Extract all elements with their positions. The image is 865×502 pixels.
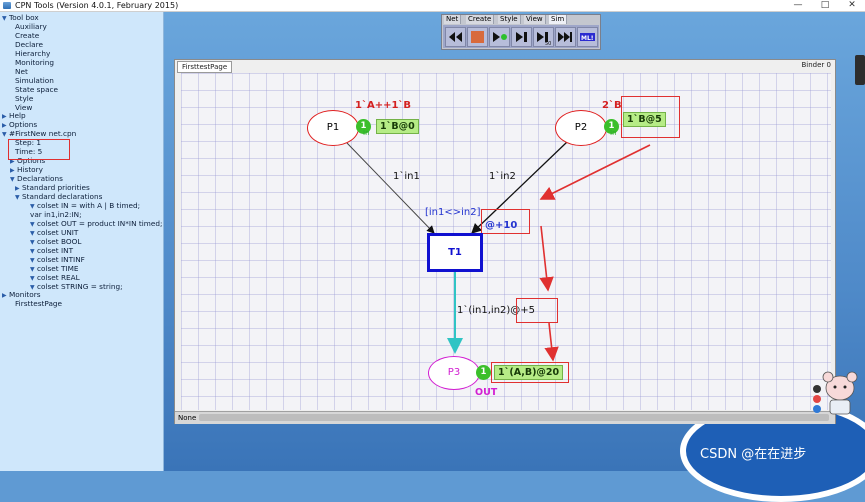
annotation-box-arc-delay [516,298,558,323]
place-p2-initial-marking: 2`B [602,100,622,111]
arc-p1-label: 1`in1 [393,171,420,182]
place-p3-name: P3 [447,367,461,378]
transition-t1-name: T1 [448,247,462,258]
annotation-box-p3-marking [491,362,569,383]
place-p2[interactable]: P2 [555,110,607,146]
transition-t1[interactable]: T1 [427,233,483,272]
place-p1-marking: 1`B@0 [376,119,419,134]
annotation-arrow-2 [539,225,554,292]
place-p3[interactable]: P3 [428,356,480,390]
place-p2-name: P2 [574,122,588,133]
arc-p2-label: 1`in2 [489,171,516,182]
annotation-box-p2-marking [621,96,680,138]
watermark-text: CSDN @在在进步 [700,447,807,462]
annotation-arrow-3 [544,322,559,362]
place-p3-port-tag: OUT [475,387,498,398]
place-p1-initial-marking: 1`A++1`B [355,100,412,111]
right-edge-handle[interactable] [855,55,865,85]
arc-p1-t1[interactable] [346,142,435,234]
place-p2-port-tag: In [610,129,617,137]
mascot-sticker [810,368,860,418]
transition-t1-guard: [in1<>in2] [425,207,481,218]
annotation-arrow-1 [539,144,651,200]
annotation-box-t1-delay [481,209,530,234]
place-p1-port-tag: In [363,129,370,137]
place-p1-name: P1 [326,122,340,133]
place-p1[interactable]: P1 [307,110,359,146]
place-p3-token-count: 1 [476,365,491,380]
